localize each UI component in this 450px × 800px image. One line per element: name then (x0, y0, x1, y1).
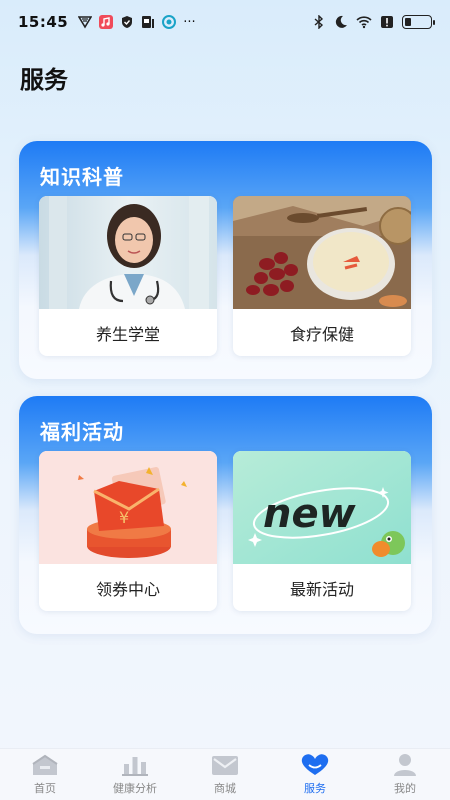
page-title: 服务 (20, 66, 68, 94)
status-bar: 15:45 ··· (0, 0, 450, 44)
section-benefits: 福利活动 20 ¥ 领券中心 (19, 396, 432, 634)
tab-label: 商城 (214, 782, 236, 795)
food-photo (233, 196, 411, 309)
card-health-school[interactable]: 养生学堂 (39, 196, 217, 356)
home-icon (30, 753, 60, 777)
section-title: 福利活动 (40, 420, 124, 444)
tab-service[interactable]: 服务 (270, 749, 360, 800)
battery-icon (402, 15, 435, 29)
tab-mine[interactable]: 我的 (360, 749, 450, 800)
mail-icon (210, 753, 240, 777)
tab-label: 首页 (34, 782, 56, 795)
bottom-tab-bar: 首页 健康分析 商城 服务 我的 (0, 748, 450, 800)
sim-icon (142, 16, 155, 28)
svg-text:¥: ¥ (119, 508, 129, 527)
bar-chart-icon (120, 753, 150, 777)
section-knowledge: 知识科普 养生学堂 食疗保健 (19, 141, 432, 379)
tab-home[interactable]: 首页 (0, 749, 90, 800)
heart-icon (300, 753, 330, 777)
doctor-photo (39, 196, 217, 309)
status-right-icons (312, 15, 435, 29)
new-banner-image: new (233, 451, 411, 564)
status-time: 15:45 (18, 13, 69, 31)
tab-label: 服务 (304, 782, 326, 795)
card-label: 领券中心 (95, 579, 160, 599)
card-label: 养生学堂 (95, 324, 160, 344)
eye-icon (162, 15, 177, 29)
vpn-icon (78, 16, 93, 29)
bluetooth-icon (314, 15, 324, 29)
wifi-icon (356, 16, 372, 29)
person-icon (390, 753, 420, 777)
card-diet-therapy[interactable]: 食疗保健 (233, 196, 411, 356)
red-envelope-image: 20 ¥ (39, 451, 217, 564)
tab-label: 健康分析 (113, 782, 157, 795)
alert-icon (381, 16, 393, 28)
more-dots-icon: ··· (183, 14, 196, 30)
status-left-icons: ··· (78, 14, 196, 30)
section-title: 知识科普 (40, 165, 124, 189)
tab-label: 我的 (394, 782, 416, 795)
music-icon (99, 15, 114, 29)
new-banner-text: new (263, 491, 357, 537)
tab-mall[interactable]: 商城 (180, 749, 270, 800)
card-coupon-center[interactable]: 20 ¥ 领券中心 (39, 451, 217, 611)
card-label: 最新活动 (289, 579, 354, 599)
moon-icon (335, 15, 347, 28)
card-latest-activity[interactable]: new 最新活动 (233, 451, 411, 611)
tab-health-analysis[interactable]: 健康分析 (90, 749, 180, 800)
card-label: 食疗保健 (289, 324, 354, 344)
shield-icon (122, 16, 133, 28)
